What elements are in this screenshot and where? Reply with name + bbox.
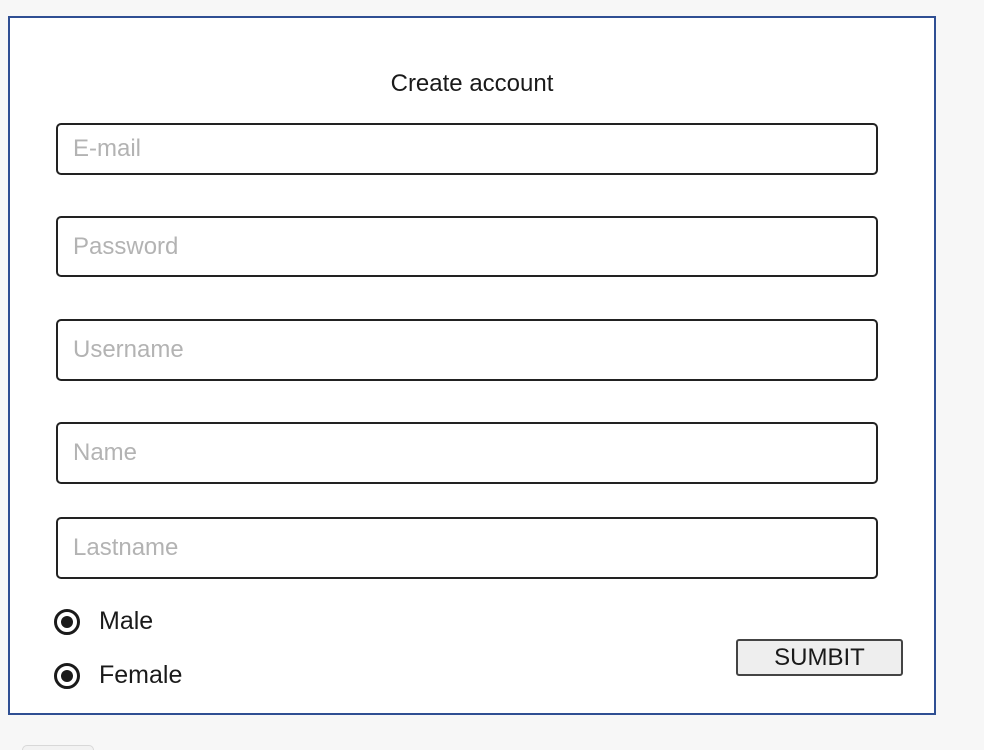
radio-selected-icon[interactable] — [54, 608, 80, 635]
radio-dot — [61, 615, 73, 628]
radio-dot — [61, 669, 73, 682]
page: Create account Male Female SUMBIT — [0, 0, 984, 750]
create-account-form: Create account Male Female SUMBIT — [8, 16, 936, 715]
form-title: Create account — [390, 70, 554, 97]
gender-option-male[interactable]: Male — [54, 607, 153, 636]
partial-tab — [22, 745, 94, 750]
gender-label-female: Female — [99, 661, 183, 689]
gender-option-female[interactable]: Female — [54, 661, 182, 690]
password-field[interactable] — [56, 216, 878, 277]
email-field[interactable] — [56, 123, 878, 175]
name-field[interactable] — [56, 422, 878, 484]
gender-label-male: Male — [99, 607, 154, 635]
submit-button[interactable]: SUMBIT — [736, 639, 903, 676]
lastname-field[interactable] — [56, 517, 878, 579]
radio-selected-icon[interactable] — [54, 662, 80, 689]
username-field[interactable] — [56, 319, 878, 381]
